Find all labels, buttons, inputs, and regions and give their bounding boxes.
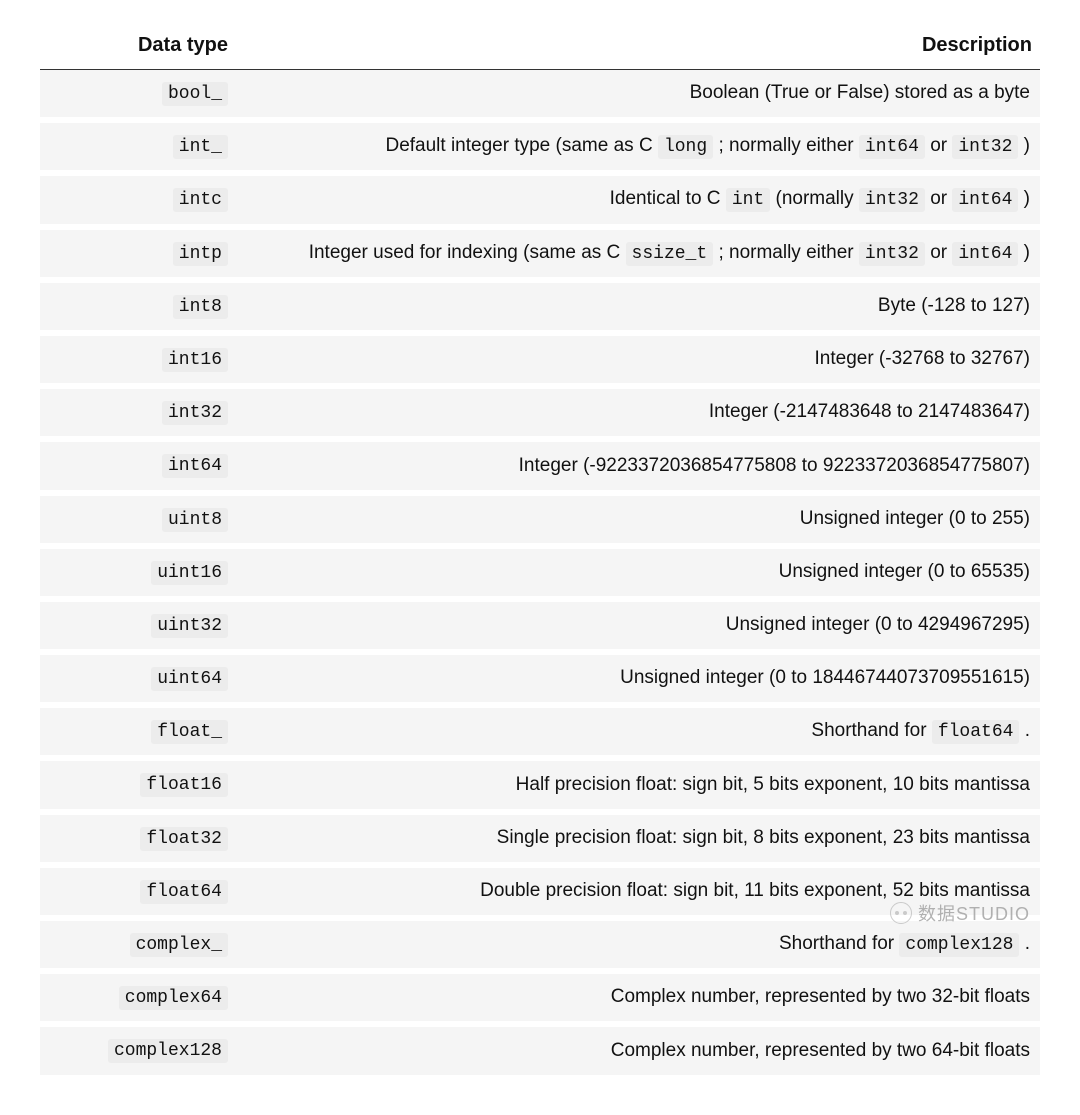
table-row: complex_ Shorthand for complex128 . — [40, 918, 1040, 971]
table-row: complex128 Complex number, represented by… — [40, 1024, 1040, 1074]
dtype-code: int8 — [173, 295, 228, 319]
table-row: int8 Byte (-128 to 127) — [40, 280, 1040, 333]
dtype-table: Data type Description bool_ Boolean (True… — [40, 24, 1040, 1075]
inline-code: int — [726, 188, 770, 212]
table-row: float32 Single precision float: sign bit,… — [40, 812, 1040, 865]
cell-data-type: intc — [40, 173, 252, 226]
dtype-code: float16 — [140, 773, 228, 797]
inline-code: int64 — [952, 188, 1018, 212]
dtype-code: float64 — [140, 880, 228, 904]
dtype-code: complex_ — [130, 933, 228, 957]
inline-code: int32 — [952, 135, 1018, 159]
dtype-code: int16 — [162, 348, 228, 372]
cell-description: Unsigned integer (0 to 4294967295) — [252, 599, 1040, 652]
inline-code: int64 — [952, 242, 1018, 266]
table-row: bool_ Boolean (True or False) stored as a… — [40, 70, 1040, 121]
cell-data-type: uint8 — [40, 493, 252, 546]
cell-description: Shorthand for complex128 . — [252, 918, 1040, 971]
table-row: int32 Integer (-2147483648 to 2147483647) — [40, 386, 1040, 439]
cell-data-type: complex64 — [40, 971, 252, 1024]
cell-description: Integer (-9223372036854775808 to 9223372… — [252, 439, 1040, 492]
table-row: intp Integer used for indexing (same as C… — [40, 227, 1040, 280]
inline-code: long — [658, 135, 713, 159]
dtype-code: float32 — [140, 827, 228, 851]
table-row: uint8 Unsigned integer (0 to 255) — [40, 493, 1040, 546]
table-row: int64 Integer (-9223372036854775808 to 92… — [40, 439, 1040, 492]
dtype-code: intc — [173, 188, 228, 212]
dtype-code: uint8 — [162, 508, 228, 532]
dtype-code: complex64 — [119, 986, 228, 1010]
cell-description: Default integer type (same as C long ; n… — [252, 120, 1040, 173]
cell-description: Unsigned integer (0 to 18446744073709551… — [252, 652, 1040, 705]
header-data-type: Data type — [40, 24, 252, 70]
cell-description: Boolean (True or False) stored as a byte — [252, 70, 1040, 121]
cell-data-type: int_ — [40, 120, 252, 173]
cell-description: Complex number, represented by two 64-bi… — [252, 1024, 1040, 1074]
cell-data-type: float64 — [40, 865, 252, 918]
inline-code: int32 — [859, 188, 925, 212]
inline-code: complex128 — [899, 933, 1019, 957]
cell-description: Integer (-2147483648 to 2147483647) — [252, 386, 1040, 439]
table-row: int16 Integer (-32768 to 32767) — [40, 333, 1040, 386]
cell-description: Double precision float: sign bit, 11 bit… — [252, 865, 1040, 918]
cell-description: Half precision float: sign bit, 5 bits e… — [252, 758, 1040, 811]
cell-data-type: intp — [40, 227, 252, 280]
table-row: uint16 Unsigned integer (0 to 65535) — [40, 546, 1040, 599]
table-body: bool_ Boolean (True or False) stored as a… — [40, 70, 1040, 1075]
table-row: uint32 Unsigned integer (0 to 4294967295) — [40, 599, 1040, 652]
cell-data-type: uint16 — [40, 546, 252, 599]
dtype-code: bool_ — [162, 82, 228, 106]
table-row: intc Identical to C int (normally int32 o… — [40, 173, 1040, 226]
inline-code: ssize_t — [626, 242, 714, 266]
table-row: float16 Half precision float: sign bit, 5… — [40, 758, 1040, 811]
cell-data-type: float16 — [40, 758, 252, 811]
cell-description: Shorthand for float64 . — [252, 705, 1040, 758]
table-row: uint64 Unsigned integer (0 to 18446744073… — [40, 652, 1040, 705]
inline-code: float64 — [932, 720, 1020, 744]
table-header-row: Data type Description — [40, 24, 1040, 70]
cell-description: Integer (-32768 to 32767) — [252, 333, 1040, 386]
cell-description: Unsigned integer (0 to 255) — [252, 493, 1040, 546]
dtype-code: int64 — [162, 454, 228, 478]
cell-data-type: float32 — [40, 812, 252, 865]
inline-code: int64 — [859, 135, 925, 159]
cell-data-type: int16 — [40, 333, 252, 386]
table-row: int_ Default integer type (same as C long… — [40, 120, 1040, 173]
dtype-code: float_ — [151, 720, 228, 744]
dtype-code: intp — [173, 242, 228, 266]
dtype-code: int32 — [162, 401, 228, 425]
cell-data-type: int64 — [40, 439, 252, 492]
cell-description: Single precision float: sign bit, 8 bits… — [252, 812, 1040, 865]
inline-code: int32 — [859, 242, 925, 266]
cell-data-type: uint32 — [40, 599, 252, 652]
cell-data-type: int32 — [40, 386, 252, 439]
cell-data-type: float_ — [40, 705, 252, 758]
dtype-code: complex128 — [108, 1039, 228, 1063]
dtype-code: uint16 — [151, 561, 228, 585]
table-row: complex64 Complex number, represented by … — [40, 971, 1040, 1024]
page-content: Data type Description bool_ Boolean (True… — [0, 0, 1080, 1115]
table-row: float_ Shorthand for float64 . — [40, 705, 1040, 758]
cell-data-type: bool_ — [40, 70, 252, 121]
cell-description: Integer used for indexing (same as C ssi… — [252, 227, 1040, 280]
cell-description: Identical to C int (normally int32 or in… — [252, 173, 1040, 226]
cell-description: Unsigned integer (0 to 65535) — [252, 546, 1040, 599]
cell-data-type: int8 — [40, 280, 252, 333]
cell-description: Byte (-128 to 127) — [252, 280, 1040, 333]
cell-data-type: complex128 — [40, 1024, 252, 1074]
dtype-code: uint64 — [151, 667, 228, 691]
table-row: float64 Double precision float: sign bit,… — [40, 865, 1040, 918]
cell-description: Complex number, represented by two 32-bi… — [252, 971, 1040, 1024]
cell-data-type: complex_ — [40, 918, 252, 971]
header-description: Description — [252, 24, 1040, 70]
dtype-code: int_ — [173, 135, 228, 159]
dtype-code: uint32 — [151, 614, 228, 638]
cell-data-type: uint64 — [40, 652, 252, 705]
